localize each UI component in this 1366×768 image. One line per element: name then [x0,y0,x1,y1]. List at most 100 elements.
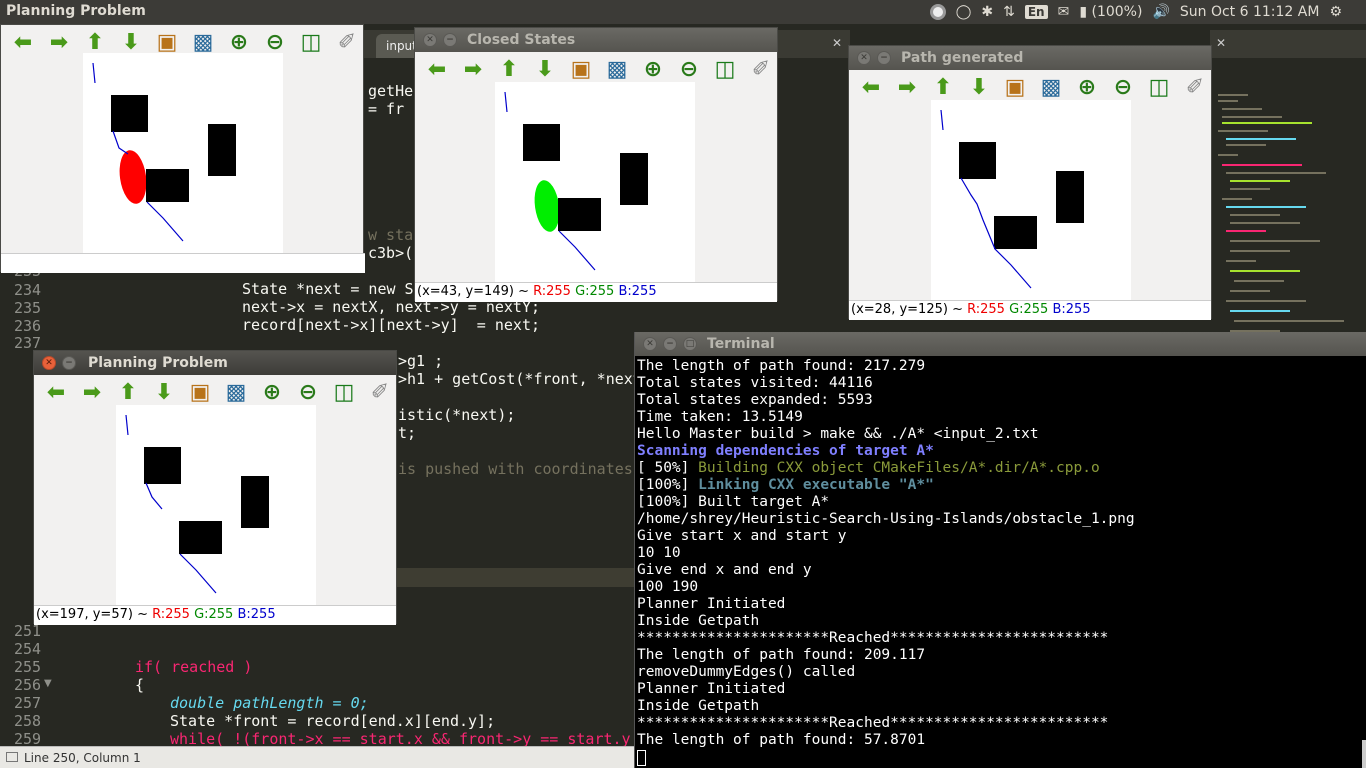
terminal-line: Planner Initiated [637,596,1366,613]
battery-indicator[interactable]: ▮ (100%) [1079,4,1142,20]
map-canvas[interactable] [116,405,316,605]
editor-minimap[interactable] [1216,64,1356,364]
volume-icon[interactable]: 🔊 [1152,4,1169,20]
map-canvas[interactable] [83,53,283,253]
image-icon[interactable]: ▣ [997,72,1033,102]
clear-icon[interactable]: ✐ [743,54,779,84]
zoom-fit-icon[interactable]: ▩ [1033,72,1069,102]
zoom-in-icon[interactable]: ⊕ [635,54,671,84]
line-number: 255 [14,658,42,676]
arrow-left-icon[interactable]: ⬅ [5,27,41,57]
save-icon[interactable]: ◫ [293,27,329,57]
zoom-out-icon[interactable]: ⊖ [290,377,326,407]
zoom-fit-icon[interactable]: ▩ [599,54,635,84]
arrow-left-icon[interactable]: ⬅ [38,377,74,407]
settings-gear-icon[interactable]: ⚙ [1329,4,1342,20]
record-indicator-icon[interactable] [929,4,946,20]
close-button[interactable]: ✕ [857,51,871,65]
arrow-right-icon[interactable]: ➡ [455,54,491,84]
image-icon[interactable]: ▣ [182,377,218,407]
line-number: 254 [14,640,42,658]
line-number: 256 [14,676,42,694]
arrow-left-icon[interactable]: ⬅ [853,72,889,102]
closed-states-window[interactable]: ✕ − Closed States ⬅ ➡ ⬆ ⬇ ▣ ▩ ⊕ ⊖ ◫ ✐ (x=43, y=14… [414,27,779,302]
path-line [125,414,129,436]
minimize-button[interactable]: − [443,33,457,47]
zoom-in-icon[interactable]: ⊕ [1069,72,1105,102]
arrow-up-icon[interactable]: ⬆ [491,54,527,84]
window-titlebar[interactable]: ✕ − □ Terminal [635,332,1366,356]
window-titlebar[interactable]: ✕ − Path generated [849,46,1211,70]
close-button[interactable]: ✕ [42,356,56,370]
panel-toggle-icon[interactable] [6,752,18,762]
terminal-line: [100%] Built target A* [637,494,1366,511]
save-icon[interactable]: ◫ [326,377,362,407]
close-icon[interactable]: ✕ [832,36,842,50]
arrow-right-icon[interactable]: ➡ [41,27,77,57]
window-titlebar[interactable]: ✕ − Closed States [415,28,777,52]
active-app-title: Planning Problem [6,3,146,19]
clock[interactable]: Sun Oct 6 11:12 AM [1180,4,1320,20]
terminal-line: The length of path found: 57.8701 [637,732,1366,749]
minimize-button[interactable]: − [663,337,677,351]
path-line [504,91,508,113]
save-icon[interactable]: ◫ [707,54,743,84]
terminal-line-text: Planner Initiated [637,681,786,697]
terminal-window[interactable]: ✕ − □ Terminal The length of path found:… [634,332,1366,768]
arrow-up-icon[interactable]: ⬆ [110,377,146,407]
image-status-bar: (x=43, y=149) ~ R:255 G:255 B:255 [415,282,777,302]
mail-icon[interactable]: ✉ [1058,4,1070,20]
arrow-right-icon[interactable]: ➡ [889,72,925,102]
code-line: State *next = new S [242,280,414,298]
obstacle [994,216,1037,249]
arrow-down-icon[interactable]: ⬇ [527,54,563,84]
arrow-right-icon[interactable]: ➡ [74,377,110,407]
pixel-red: R:255 [533,284,571,299]
map-canvas[interactable] [495,82,695,282]
map-svg [504,91,648,271]
planning-problem-window[interactable]: ⬅ ➡ ⬆ ⬇ ▣ ▩ ⊕ ⊖ ◫ ✐ [0,24,365,273]
zoom-fit-icon[interactable]: ▩ [218,377,254,407]
arrow-up-icon[interactable]: ⬆ [925,72,961,102]
cursor-coords: (x=28, y=125) ~ [851,302,968,317]
window-titlebar[interactable]: ✕ − Planning Problem [34,351,396,375]
clear-icon[interactable]: ✐ [1177,72,1213,102]
lightbulb-icon[interactable]: ◯ [956,4,972,20]
minimize-button[interactable]: − [62,356,76,370]
arrow-down-icon[interactable]: ⬇ [146,377,182,407]
image-icon[interactable]: ▣ [563,54,599,84]
terminal-scrollbar[interactable] [1362,740,1366,768]
path-line [558,230,596,271]
network-icon[interactable]: ⇅ [1003,4,1015,20]
terminal-output[interactable]: The length of path found: 217.279 Total s… [637,358,1366,768]
clear-icon[interactable]: ✐ [329,27,365,57]
map-canvas[interactable] [931,100,1131,300]
close-button[interactable]: ✕ [423,33,437,47]
keyboard-layout-indicator[interactable]: En [1024,5,1048,19]
planning-problem-window-2[interactable]: ✕ − Planning Problem ⬅ ➡ ⬆ ⬇ ▣ ▩ ⊕ ⊖ ◫ ✐ (x=197, … [33,350,398,625]
clear-icon[interactable]: ✐ [362,377,398,407]
terminal-line: Give end x and end y [637,562,1366,579]
zoom-out-icon[interactable]: ⊖ [671,54,707,84]
maximize-button[interactable]: □ [683,337,697,351]
bluetooth-icon[interactable]: ✱ [981,4,993,20]
fold-arrow-icon[interactable]: ▼ [44,678,52,689]
save-icon[interactable]: ◫ [1141,72,1177,102]
zoom-in-icon[interactable]: ⊕ [254,377,290,407]
arrow-down-icon[interactable]: ⬇ [961,72,997,102]
obstacle [179,521,222,554]
battery-icon: ▮ [1079,4,1088,20]
zoom-out-icon[interactable]: ⊖ [1105,72,1141,102]
line-number: 234 [14,281,42,299]
arrow-left-icon[interactable]: ⬅ [419,54,455,84]
window-title: Terminal [707,336,775,352]
close-button[interactable]: ✕ [643,337,657,351]
image-status-bar: (x=197, y=57) ~ R:255 G:255 B:255 [34,605,396,625]
close-icon[interactable]: ✕ [1216,36,1226,50]
image-toolbar: ⬅ ➡ ⬆ ⬇ ▣ ▩ ⊕ ⊖ ◫ ✐ [34,375,398,409]
minimize-button[interactable]: − [877,51,891,65]
image-status-bar [1,253,365,273]
terminal-line-text: **********************Reached***********… [637,715,1109,731]
battery-text: (100%) [1091,4,1143,20]
path-generated-window[interactable]: ✕ − Path generated ⬅ ➡ ⬆ ⬇ ▣ ▩ ⊕ ⊖ ◫ ✐ (x=28, y=1… [848,45,1213,320]
